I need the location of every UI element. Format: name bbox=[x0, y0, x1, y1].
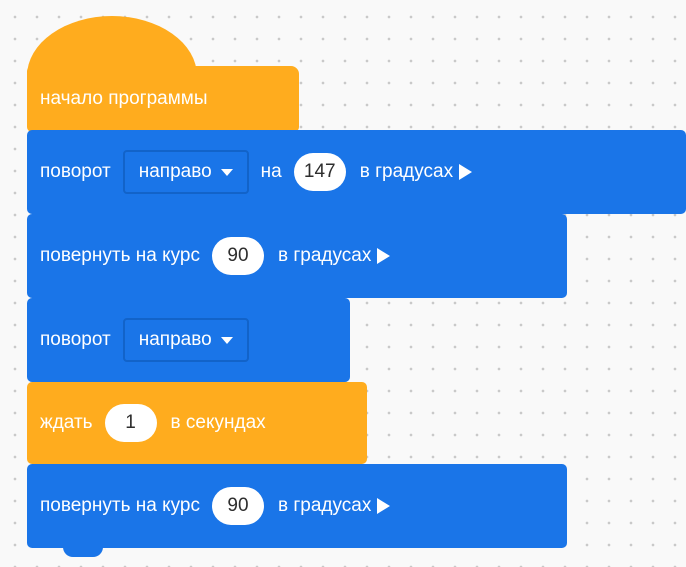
degrees-suffix-label: в градусах bbox=[277, 245, 372, 266]
set-heading-label: повернуть на курс bbox=[40, 495, 200, 516]
direction-dropdown[interactable]: направо bbox=[122, 318, 249, 362]
set-heading-label: повернуть на курс bbox=[40, 245, 200, 266]
wait-block[interactable]: ждать 1 в секундах bbox=[27, 382, 367, 473]
set-heading-block[interactable]: повернуть на курс 90 в градусах bbox=[27, 464, 567, 557]
chevron-down-icon bbox=[220, 168, 233, 176]
direction-dropdown[interactable]: направо bbox=[122, 150, 249, 194]
by-label: на bbox=[260, 161, 282, 182]
set-heading-block[interactable]: повернуть на курс 90 в градусах bbox=[27, 214, 567, 307]
turn-label: поворот bbox=[40, 161, 111, 182]
degrees-input[interactable]: 147 bbox=[293, 153, 346, 191]
play-triangle-icon[interactable] bbox=[459, 164, 473, 180]
code-workspace[interactable]: начало программы поворот направо на 147 … bbox=[0, 0, 686, 567]
turn-direction-block[interactable]: поворот направо bbox=[27, 298, 350, 391]
seconds-input[interactable]: 1 bbox=[104, 404, 157, 442]
degrees-suffix-label: в градусах bbox=[277, 495, 372, 516]
direction-dropdown-value: направо bbox=[138, 329, 212, 350]
block-connector-notch bbox=[63, 547, 103, 557]
start-program-block[interactable]: начало программы bbox=[27, 66, 299, 141]
heading-input[interactable]: 90 bbox=[211, 487, 264, 525]
direction-dropdown-value: направо bbox=[138, 161, 212, 182]
seconds-suffix-label: в секундах bbox=[170, 412, 266, 433]
wait-label: ждать bbox=[40, 412, 93, 433]
turn-block[interactable]: поворот направо на 147 в градусах bbox=[27, 130, 686, 223]
start-program-label: начало программы bbox=[40, 88, 208, 109]
turn-label: поворот bbox=[40, 329, 111, 350]
degrees-suffix-label: в градусах bbox=[359, 161, 454, 182]
heading-input[interactable]: 90 bbox=[211, 237, 264, 275]
play-triangle-icon[interactable] bbox=[377, 498, 391, 514]
chevron-down-icon bbox=[220, 336, 233, 344]
play-triangle-icon[interactable] bbox=[377, 248, 391, 264]
